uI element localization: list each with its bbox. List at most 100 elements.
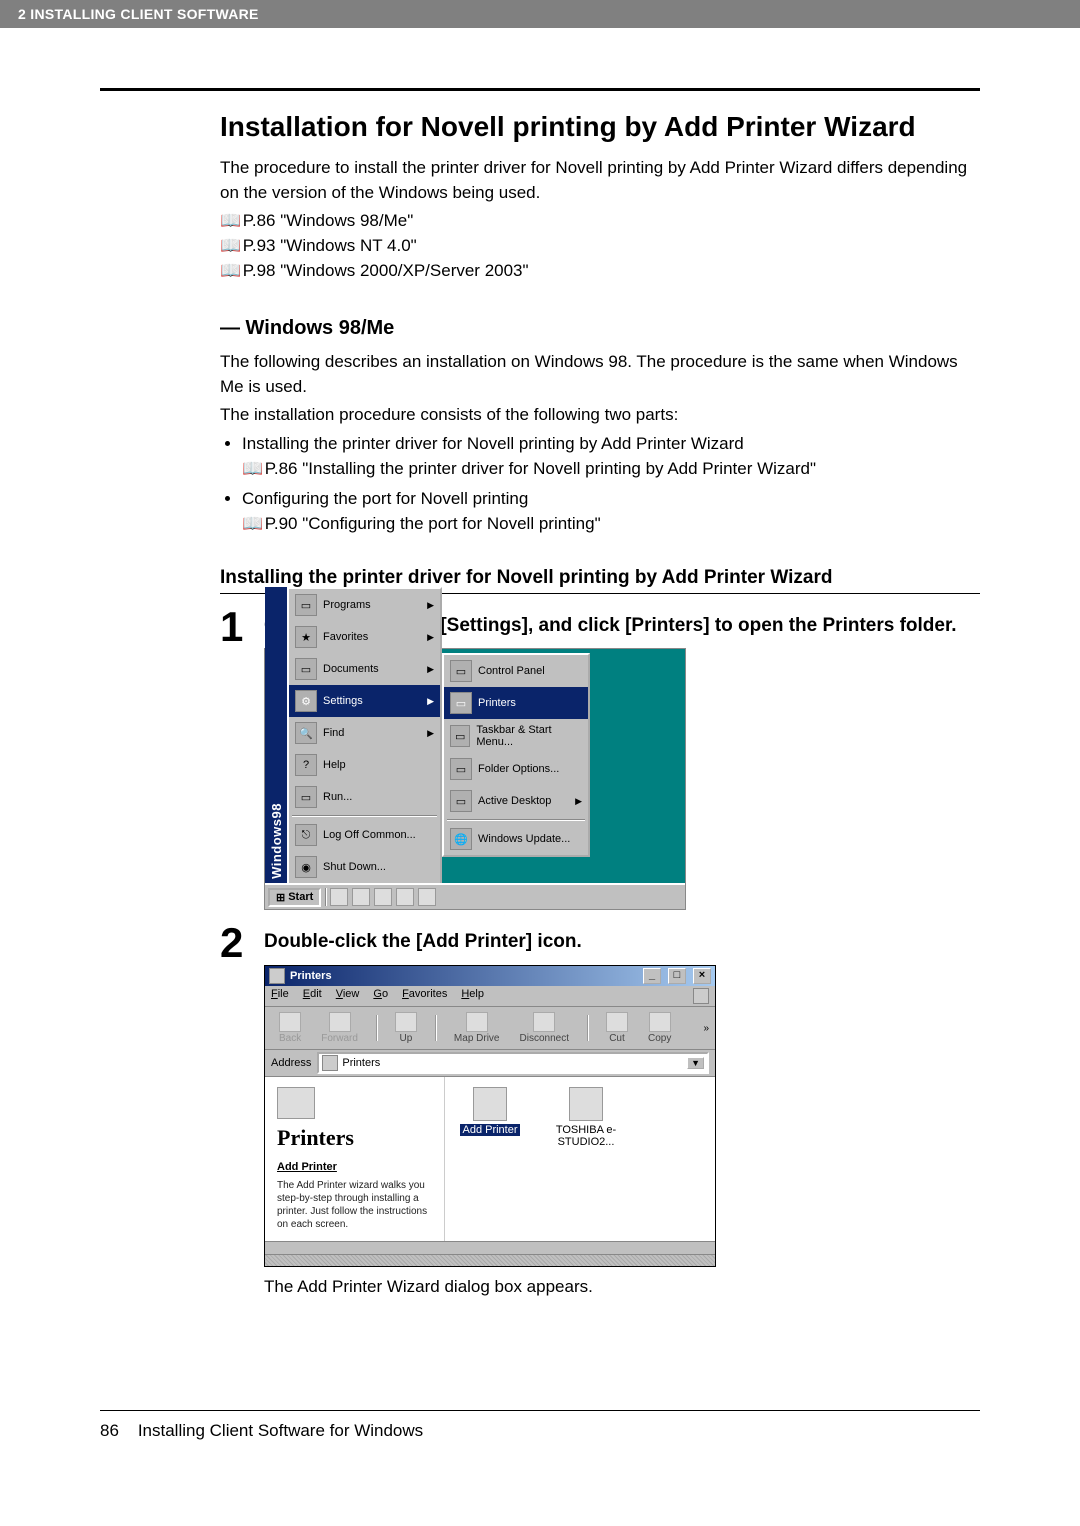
cut-button[interactable]: Cut (598, 1010, 636, 1046)
resize-grip[interactable] (265, 1254, 715, 1267)
menu-edit[interactable]: Edit (303, 988, 322, 1004)
tool-label: Up (400, 1033, 413, 1044)
menu-view[interactable]: View (336, 988, 360, 1004)
menu-label: Programs (323, 599, 371, 611)
active-desktop-icon: ▭ (450, 790, 472, 812)
menu-go[interactable]: Go (373, 988, 388, 1004)
windows-update-icon: 🌐 (450, 828, 472, 850)
menu-label: Run... (323, 791, 352, 803)
info-pane: Printers Add Printer The Add Printer wiz… (265, 1077, 445, 1241)
submenu-item-active-desktop[interactable]: ▭ Active Desktop ▶ (444, 785, 588, 817)
windows98-brand-bar: Windows98 (265, 587, 287, 885)
menu-item-logoff[interactable]: ⎋ Log Off Common... (289, 819, 440, 851)
menu-label: Help (323, 759, 346, 771)
bullet-ref: 📖 P.86 "Installing the printer driver fo… (242, 457, 980, 482)
menu-item-programs[interactable]: ▭ Programs ▶ (289, 589, 440, 621)
step-text: Double-click the [Add Printer] icon. (264, 930, 980, 955)
address-field[interactable]: Printers ▼ (317, 1052, 709, 1074)
disconnect-button[interactable]: Disconnect (512, 1010, 577, 1046)
bullet-ref: 📖 P.90 "Configuring the port for Novell … (242, 512, 980, 537)
chevron-right-icon: ▶ (427, 600, 434, 611)
close-button[interactable]: × (693, 968, 711, 984)
sub-intro-1: The following describes an installation … (220, 350, 980, 399)
quick-launch-icon[interactable] (352, 888, 370, 906)
menu-separator (292, 815, 437, 817)
menu-file[interactable]: File (271, 988, 289, 1004)
documents-icon: ▭ (295, 658, 317, 680)
find-icon: 🔍 (295, 722, 317, 744)
subsection-title: — Windows 98/Me (220, 317, 980, 340)
menu-item-settings[interactable]: ⚙ Settings ▶ (289, 685, 440, 717)
quick-launch-icon[interactable] (330, 888, 348, 906)
menu-favorites[interactable]: Favorites (402, 988, 447, 1004)
copy-button[interactable]: Copy (640, 1010, 679, 1046)
forward-button[interactable]: Forward (313, 1010, 366, 1046)
tool-label: Disconnect (520, 1033, 569, 1044)
quick-launch-icon[interactable] (374, 888, 392, 906)
start-menu-screenshot: Windows98 ▭ Programs ▶ ★ Favorites ▶ (264, 648, 686, 910)
add-printer-icon[interactable]: Add Printer (455, 1087, 525, 1136)
up-button[interactable]: Up (387, 1010, 425, 1046)
menu-item-help[interactable]: ? Help (289, 749, 440, 781)
toolbar: Back Forward Up Map Drive Disconnect Cut… (265, 1007, 715, 1050)
menu-item-find[interactable]: 🔍 Find ▶ (289, 717, 440, 749)
tool-label: Forward (321, 1033, 358, 1044)
start-menu-column: ▭ Programs ▶ ★ Favorites ▶ ▭ Documents (287, 587, 442, 885)
menu-help[interactable]: Help (461, 988, 484, 1004)
quick-launch-icon[interactable] (418, 888, 436, 906)
programs-icon: ▭ (295, 594, 317, 616)
toshiba-printer-icon[interactable]: TOSHIBA e-STUDIO2... (551, 1087, 621, 1148)
map-drive-button[interactable]: Map Drive (446, 1010, 508, 1046)
address-dropdown-icon[interactable]: ▼ (687, 1057, 704, 1069)
menu-label: Find (323, 727, 344, 739)
book-icon: 📖 (220, 234, 238, 259)
chapter-header: 2 INSTALLING CLIENT SOFTWARE (0, 0, 1080, 28)
menu-label: Log Off Common... (323, 829, 416, 841)
top-rule (100, 88, 980, 91)
menu-item-run[interactable]: ▭ Run... (289, 781, 440, 813)
menu-item-shutdown[interactable]: ◉ Shut Down... (289, 851, 440, 883)
printers-icon: ▭ (450, 692, 472, 714)
toolbar-overflow-icon[interactable]: » (703, 1023, 709, 1034)
page-number: 86 (100, 1421, 119, 1440)
menu-label: Shut Down... (323, 861, 386, 873)
list-item: Installing the printer driver for Novell… (242, 432, 980, 481)
menu-label: Control Panel (478, 665, 545, 677)
sub-intro-2: The installation procedure consists of t… (220, 403, 980, 428)
shutdown-icon: ◉ (295, 856, 317, 878)
address-bar: Address Printers ▼ (265, 1050, 715, 1077)
ref-line: 📖 P.86 "Windows 98/Me" (220, 209, 980, 234)
book-icon: 📖 (220, 259, 238, 284)
menu-item-documents[interactable]: ▭ Documents ▶ (289, 653, 440, 685)
ref-text: P.98 "Windows 2000/XP/Server 2003" (243, 261, 529, 280)
chevron-right-icon: ▶ (427, 728, 434, 739)
folder-icon (322, 1055, 338, 1071)
quick-launch-icon[interactable] (396, 888, 414, 906)
ref-text: P.86 "Installing the printer driver for … (265, 459, 816, 478)
menu-label: Windows Update... (478, 833, 570, 845)
back-icon (279, 1012, 301, 1032)
submenu-item-windows-update[interactable]: 🌐 Windows Update... (444, 823, 588, 855)
step-body: Click [Start], select [Settings], and cl… (264, 608, 980, 911)
taskbar-icon: ▭ (450, 725, 470, 747)
submenu-item-folder-options[interactable]: ▭ Folder Options... (444, 753, 588, 785)
maximize-button[interactable]: □ (668, 968, 686, 984)
start-button[interactable]: ⊞ Start (268, 888, 321, 907)
explorer-body: Printers Add Printer The Add Printer wiz… (265, 1077, 715, 1241)
address-label: Address (271, 1057, 311, 1069)
menu-item-favorites[interactable]: ★ Favorites ▶ (289, 621, 440, 653)
book-icon: 📖 (220, 209, 238, 234)
back-button[interactable]: Back (271, 1010, 309, 1046)
submenu-item-printers[interactable]: ▭ Printers (444, 687, 588, 719)
submenu-item-control-panel[interactable]: ▭ Control Panel (444, 655, 588, 687)
menu-label: Folder Options... (478, 763, 559, 775)
menu-bar: File Edit View Go Favorites Help (265, 986, 715, 1007)
submenu-item-taskbar[interactable]: ▭ Taskbar & Start Menu... (444, 719, 588, 753)
minimize-button[interactable]: _ (643, 968, 661, 984)
copy-icon (649, 1012, 671, 1032)
book-icon: 📖 (242, 457, 260, 482)
printer-icon (569, 1087, 603, 1121)
favorites-icon: ★ (295, 626, 317, 648)
intro-paragraph: The procedure to install the printer dri… (220, 156, 980, 205)
tool-label: Back (279, 1033, 301, 1044)
